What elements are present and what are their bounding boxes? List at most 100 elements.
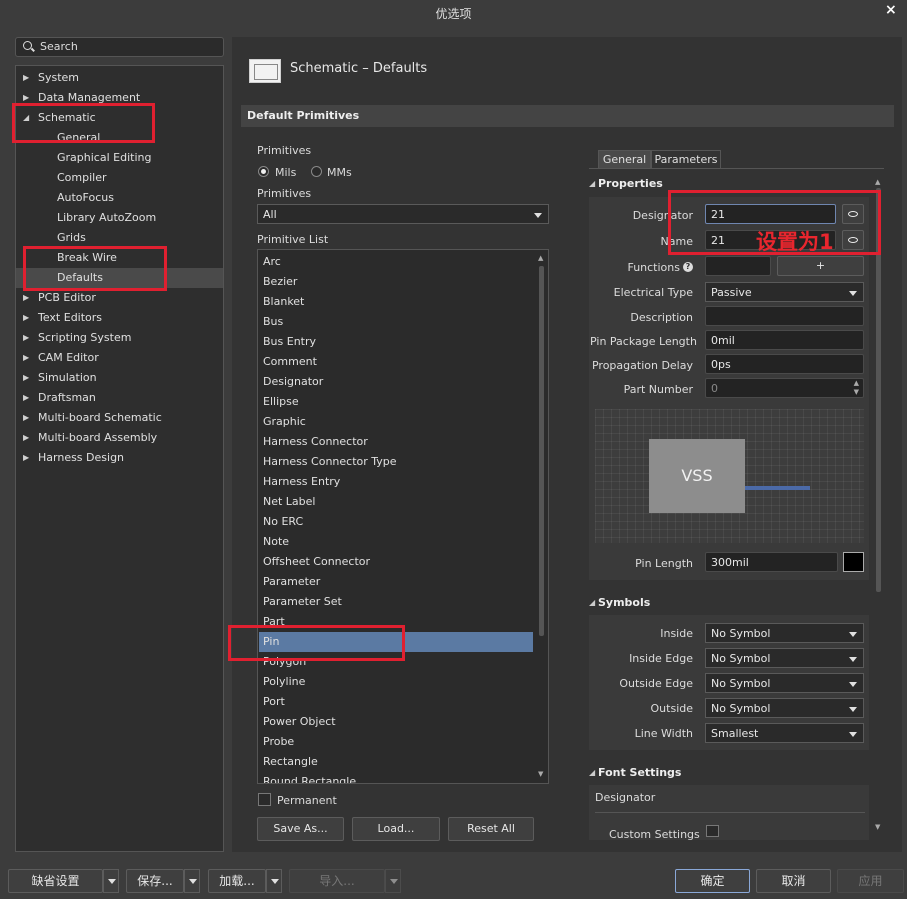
inside-select[interactable]: No Symbol	[705, 623, 864, 643]
preferences-tree[interactable]: ▶ System ▶ Data Management ◢ Schematic Gene…	[15, 65, 224, 852]
outside-edge-select[interactable]: No Symbol	[705, 673, 864, 693]
import-dropdown[interactable]	[385, 869, 401, 893]
list-item[interactable]: No ERC	[259, 512, 533, 532]
save-button[interactable]: 保存...	[126, 869, 184, 893]
import-button[interactable]: 导入...	[289, 869, 385, 893]
expand-arrow-icon[interactable]: ▶	[23, 348, 29, 368]
list-item[interactable]: Probe	[259, 732, 533, 752]
list-item[interactable]: Harness Connector	[259, 432, 533, 452]
reset-all-button[interactable]: Reset All	[448, 817, 534, 841]
expand-arrow-icon[interactable]: ▶	[23, 68, 29, 88]
expand-arrow-icon[interactable]: ▶	[23, 308, 29, 328]
scroll-down-icon[interactable]: ▼	[875, 823, 880, 831]
expand-arrow-icon[interactable]: ▶	[23, 448, 29, 468]
list-item[interactable]: Rectangle	[259, 752, 533, 772]
collapse-triangle-icon[interactable]: ◢	[589, 179, 595, 188]
inside-edge-select[interactable]: No Symbol	[705, 648, 864, 668]
scroll-down-icon[interactable]: ▼	[538, 770, 543, 778]
preview-component: VSS	[649, 439, 745, 513]
list-item[interactable]: Note	[259, 532, 533, 552]
annotation-box-pin	[228, 625, 405, 661]
list-item[interactable]: Offsheet Connector	[259, 552, 533, 572]
outside-select[interactable]: No Symbol	[705, 698, 864, 718]
tree-item-library-autozoom[interactable]: Library AutoZoom	[16, 208, 223, 228]
list-item[interactable]: Ellipse	[259, 392, 533, 412]
electrical-type-select[interactable]: Passive	[705, 282, 864, 302]
list-item[interactable]: Parameter Set	[259, 592, 533, 612]
help-icon[interactable]: ?	[683, 262, 693, 272]
cancel-button[interactable]: 取消	[756, 869, 831, 893]
tree-item-simulation[interactable]: ▶ Simulation	[16, 368, 223, 388]
list-item[interactable]: Harness Connector Type	[259, 452, 533, 472]
propagation-delay-field[interactable]: 0ps	[705, 354, 864, 374]
list-item[interactable]: Bezier	[259, 272, 533, 292]
close-icon[interactable]: ×	[885, 2, 897, 18]
tab-general[interactable]: General	[598, 150, 651, 169]
custom-settings-checkbox[interactable]	[706, 825, 719, 837]
pin-package-length-field[interactable]: 0mil	[705, 330, 864, 350]
list-item[interactable]: Designator	[259, 372, 533, 392]
list-item[interactable]: Graphic	[259, 412, 533, 432]
mms-radio[interactable]	[311, 166, 322, 177]
description-field[interactable]	[705, 306, 864, 326]
tree-item-compiler[interactable]: Compiler	[16, 168, 223, 188]
defaults-dropdown[interactable]	[103, 869, 119, 893]
expand-arrow-icon[interactable]: ▶	[23, 368, 29, 388]
functions-field[interactable]	[705, 256, 771, 276]
expand-arrow-icon[interactable]: ▶	[23, 428, 29, 448]
permanent-checkbox[interactable]	[258, 793, 271, 806]
tree-item-harness-design[interactable]: ▶ Harness Design	[16, 448, 223, 468]
list-item[interactable]: Round Rectangle	[259, 772, 533, 783]
expand-arrow-icon[interactable]: ▶	[23, 328, 29, 348]
tab-parameters[interactable]: Parameters	[651, 150, 721, 169]
load-button[interactable]: Load...	[352, 817, 440, 841]
tree-item-draftsman[interactable]: ▶ Draftsman	[16, 388, 223, 408]
pin-color-swatch[interactable]	[843, 552, 864, 572]
tree-item-multi-board-assembly[interactable]: ▶ Multi-board Assembly	[16, 428, 223, 448]
expand-arrow-icon[interactable]: ▶	[23, 408, 29, 428]
list-item[interactable]: Port	[259, 692, 533, 712]
collapse-triangle-icon[interactable]: ◢	[589, 598, 595, 607]
scroll-up-icon[interactable]: ▲	[875, 178, 880, 186]
apply-button[interactable]: 应用	[837, 869, 904, 893]
list-item[interactable]: Bus Entry	[259, 332, 533, 352]
tree-item-cam-editor[interactable]: ▶ CAM Editor	[16, 348, 223, 368]
list-item[interactable]: Harness Entry	[259, 472, 533, 492]
part-number-stepper[interactable]: 0 ▲ ▼	[705, 378, 864, 398]
tree-item-text-editors[interactable]: ▶ Text Editors	[16, 308, 223, 328]
search-input[interactable]: Search	[15, 37, 224, 57]
primitive-list[interactable]: Arc Bezier Blanket Bus Bus Entry Comment…	[257, 249, 549, 784]
list-item[interactable]: Polyline	[259, 672, 533, 692]
tree-item-scripting-system[interactable]: ▶ Scripting System	[16, 328, 223, 348]
load-dropdown[interactable]	[266, 869, 282, 893]
save-as-button[interactable]: Save As...	[257, 817, 344, 841]
tree-item-system[interactable]: ▶ System	[16, 68, 223, 88]
tree-item-multi-board-schematic[interactable]: ▶ Multi-board Schematic	[16, 408, 223, 428]
list-scrollbar[interactable]	[539, 266, 544, 636]
save-dropdown[interactable]	[184, 869, 200, 893]
list-item[interactable]: Bus	[259, 312, 533, 332]
collapse-triangle-icon[interactable]: ◢	[589, 768, 595, 777]
list-item[interactable]: Comment	[259, 352, 533, 372]
add-function-button[interactable]: +	[777, 256, 864, 276]
stepper-arrows-icon[interactable]: ▲ ▼	[854, 379, 859, 397]
expand-arrow-icon[interactable]: ▶	[23, 388, 29, 408]
tree-item-grids[interactable]: Grids	[16, 228, 223, 248]
expand-arrow-icon[interactable]: ▶	[23, 288, 29, 308]
primitives-filter-select[interactable]: All	[257, 204, 549, 224]
tree-item-autofocus[interactable]: AutoFocus	[16, 188, 223, 208]
ok-button[interactable]: 确定	[675, 869, 750, 893]
list-item[interactable]: Power Object	[259, 712, 533, 732]
tree-item-graphical-editing[interactable]: Graphical Editing	[16, 148, 223, 168]
defaults-button[interactable]: 缺省设置	[8, 869, 103, 893]
pin-length-field[interactable]: 300mil	[705, 552, 838, 572]
list-item[interactable]: Parameter	[259, 572, 533, 592]
tree-item-pcb-editor[interactable]: ▶ PCB Editor	[16, 288, 223, 308]
list-item[interactable]: Blanket	[259, 292, 533, 312]
list-item[interactable]: Arc	[259, 252, 533, 272]
mils-radio[interactable]	[258, 166, 269, 177]
load-preferences-button[interactable]: 加载...	[208, 869, 266, 893]
scroll-up-icon[interactable]: ▲	[538, 254, 543, 262]
list-item[interactable]: Net Label	[259, 492, 533, 512]
line-width-select[interactable]: Smallest	[705, 723, 864, 743]
